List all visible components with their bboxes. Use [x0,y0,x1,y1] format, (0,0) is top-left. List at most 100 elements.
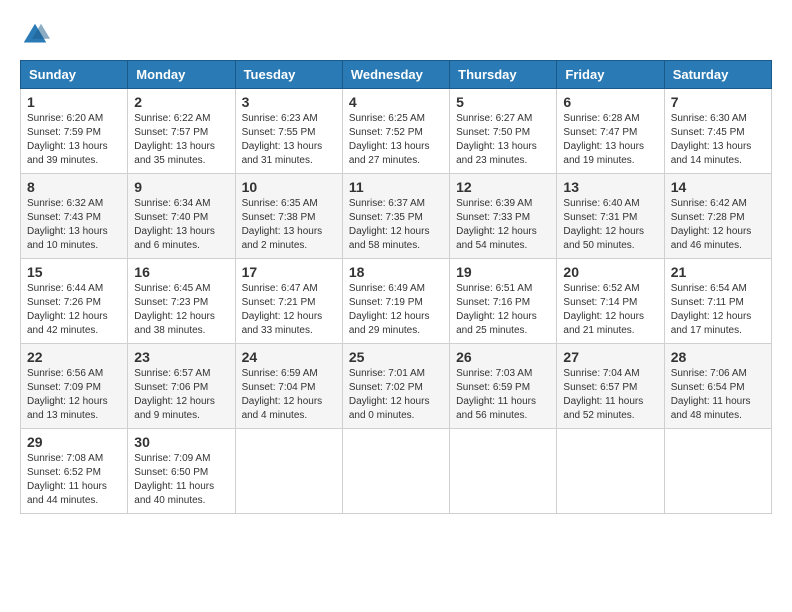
sunset-time: Sunset: 7:59 PM [27,127,101,138]
calendar-week-row: 1 Sunrise: 6:20 AM Sunset: 7:59 PM Dayli… [21,89,772,174]
day-number: 27 [563,349,657,365]
table-row: 19 Sunrise: 6:51 AM Sunset: 7:16 PM Dayl… [450,259,557,344]
sunrise-time: Sunrise: 6:54 AM [671,283,747,294]
sunset-time: Sunset: 7:52 PM [349,127,423,138]
daylight-hours: Daylight: 13 hours and 35 minutes. [134,141,215,166]
day-number: 24 [242,349,336,365]
sunset-time: Sunset: 7:14 PM [563,297,637,308]
day-number: 7 [671,94,765,110]
table-row: 7 Sunrise: 6:30 AM Sunset: 7:45 PM Dayli… [664,89,771,174]
sunset-time: Sunset: 7:26 PM [27,297,101,308]
table-row: 29 Sunrise: 7:08 AM Sunset: 6:52 PM Dayl… [21,429,128,514]
sunset-time: Sunset: 6:50 PM [134,467,208,478]
table-row [450,429,557,514]
day-number: 3 [242,94,336,110]
col-friday: Friday [557,61,664,89]
sunset-time: Sunset: 7:11 PM [671,297,744,308]
day-number: 19 [456,264,550,280]
sunrise-time: Sunrise: 6:42 AM [671,198,747,209]
sunset-time: Sunset: 7:09 PM [27,382,101,393]
table-row: 3 Sunrise: 6:23 AM Sunset: 7:55 PM Dayli… [235,89,342,174]
day-info: Sunrise: 6:30 AM Sunset: 7:45 PM Dayligh… [671,112,765,168]
table-row: 6 Sunrise: 6:28 AM Sunset: 7:47 PM Dayli… [557,89,664,174]
day-number: 28 [671,349,765,365]
day-info: Sunrise: 6:44 AM Sunset: 7:26 PM Dayligh… [27,282,121,338]
table-row: 16 Sunrise: 6:45 AM Sunset: 7:23 PM Dayl… [128,259,235,344]
sunset-time: Sunset: 7:50 PM [456,127,530,138]
day-number: 4 [349,94,443,110]
sunrise-time: Sunrise: 6:22 AM [134,113,210,124]
day-number: 23 [134,349,228,365]
table-row: 12 Sunrise: 6:39 AM Sunset: 7:33 PM Dayl… [450,174,557,259]
sunset-time: Sunset: 7:55 PM [242,127,316,138]
day-info: Sunrise: 6:34 AM Sunset: 7:40 PM Dayligh… [134,197,228,253]
day-number: 22 [27,349,121,365]
daylight-hours: Daylight: 13 hours and 2 minutes. [242,226,323,251]
col-thursday: Thursday [450,61,557,89]
table-row [557,429,664,514]
table-row: 22 Sunrise: 6:56 AM Sunset: 7:09 PM Dayl… [21,344,128,429]
day-number: 10 [242,179,336,195]
sunset-time: Sunset: 7:57 PM [134,127,208,138]
day-info: Sunrise: 7:01 AM Sunset: 7:02 PM Dayligh… [349,367,443,423]
day-info: Sunrise: 6:42 AM Sunset: 7:28 PM Dayligh… [671,197,765,253]
day-info: Sunrise: 7:03 AM Sunset: 6:59 PM Dayligh… [456,367,550,423]
col-monday: Monday [128,61,235,89]
day-number: 18 [349,264,443,280]
col-saturday: Saturday [664,61,771,89]
table-row: 20 Sunrise: 6:52 AM Sunset: 7:14 PM Dayl… [557,259,664,344]
table-row: 18 Sunrise: 6:49 AM Sunset: 7:19 PM Dayl… [342,259,449,344]
sunrise-time: Sunrise: 6:28 AM [563,113,639,124]
daylight-hours: Daylight: 12 hours and 29 minutes. [349,311,430,336]
sunrise-time: Sunrise: 6:34 AM [134,198,210,209]
sunrise-time: Sunrise: 7:09 AM [134,453,210,464]
sunrise-time: Sunrise: 6:57 AM [134,368,210,379]
col-wednesday: Wednesday [342,61,449,89]
daylight-hours: Daylight: 11 hours and 56 minutes. [456,396,536,421]
daylight-hours: Daylight: 12 hours and 58 minutes. [349,226,430,251]
day-info: Sunrise: 6:39 AM Sunset: 7:33 PM Dayligh… [456,197,550,253]
sunset-time: Sunset: 7:06 PM [134,382,208,393]
table-row: 14 Sunrise: 6:42 AM Sunset: 7:28 PM Dayl… [664,174,771,259]
day-number: 8 [27,179,121,195]
daylight-hours: Daylight: 12 hours and 25 minutes. [456,311,537,336]
daylight-hours: Daylight: 12 hours and 4 minutes. [242,396,323,421]
day-info: Sunrise: 6:32 AM Sunset: 7:43 PM Dayligh… [27,197,121,253]
day-info: Sunrise: 6:52 AM Sunset: 7:14 PM Dayligh… [563,282,657,338]
sunset-time: Sunset: 7:31 PM [563,212,637,223]
daylight-hours: Daylight: 13 hours and 6 minutes. [134,226,215,251]
daylight-hours: Daylight: 12 hours and 17 minutes. [671,311,752,336]
day-info: Sunrise: 6:40 AM Sunset: 7:31 PM Dayligh… [563,197,657,253]
daylight-hours: Daylight: 13 hours and 31 minutes. [242,141,323,166]
sunrise-time: Sunrise: 6:37 AM [349,198,425,209]
day-number: 11 [349,179,443,195]
sunrise-time: Sunrise: 6:32 AM [27,198,103,209]
sunrise-time: Sunrise: 6:40 AM [563,198,639,209]
calendar-week-row: 15 Sunrise: 6:44 AM Sunset: 7:26 PM Dayl… [21,259,772,344]
daylight-hours: Daylight: 12 hours and 21 minutes. [563,311,644,336]
table-row: 21 Sunrise: 6:54 AM Sunset: 7:11 PM Dayl… [664,259,771,344]
day-number: 21 [671,264,765,280]
page-header [20,20,772,50]
daylight-hours: Daylight: 12 hours and 13 minutes. [27,396,108,421]
daylight-hours: Daylight: 12 hours and 9 minutes. [134,396,215,421]
daylight-hours: Daylight: 12 hours and 0 minutes. [349,396,430,421]
sunset-time: Sunset: 7:40 PM [134,212,208,223]
day-number: 15 [27,264,121,280]
sunset-time: Sunset: 7:35 PM [349,212,423,223]
sunrise-time: Sunrise: 7:03 AM [456,368,532,379]
day-number: 6 [563,94,657,110]
sunrise-time: Sunrise: 6:59 AM [242,368,318,379]
daylight-hours: Daylight: 13 hours and 39 minutes. [27,141,108,166]
sunrise-time: Sunrise: 6:35 AM [242,198,318,209]
daylight-hours: Daylight: 12 hours and 50 minutes. [563,226,644,251]
calendar-table: Sunday Monday Tuesday Wednesday Thursday… [20,60,772,514]
sunset-time: Sunset: 7:16 PM [456,297,530,308]
day-info: Sunrise: 6:56 AM Sunset: 7:09 PM Dayligh… [27,367,121,423]
daylight-hours: Daylight: 11 hours and 52 minutes. [563,396,643,421]
day-number: 2 [134,94,228,110]
day-number: 16 [134,264,228,280]
sunset-time: Sunset: 7:19 PM [349,297,423,308]
sunrise-time: Sunrise: 6:27 AM [456,113,532,124]
table-row: 11 Sunrise: 6:37 AM Sunset: 7:35 PM Dayl… [342,174,449,259]
